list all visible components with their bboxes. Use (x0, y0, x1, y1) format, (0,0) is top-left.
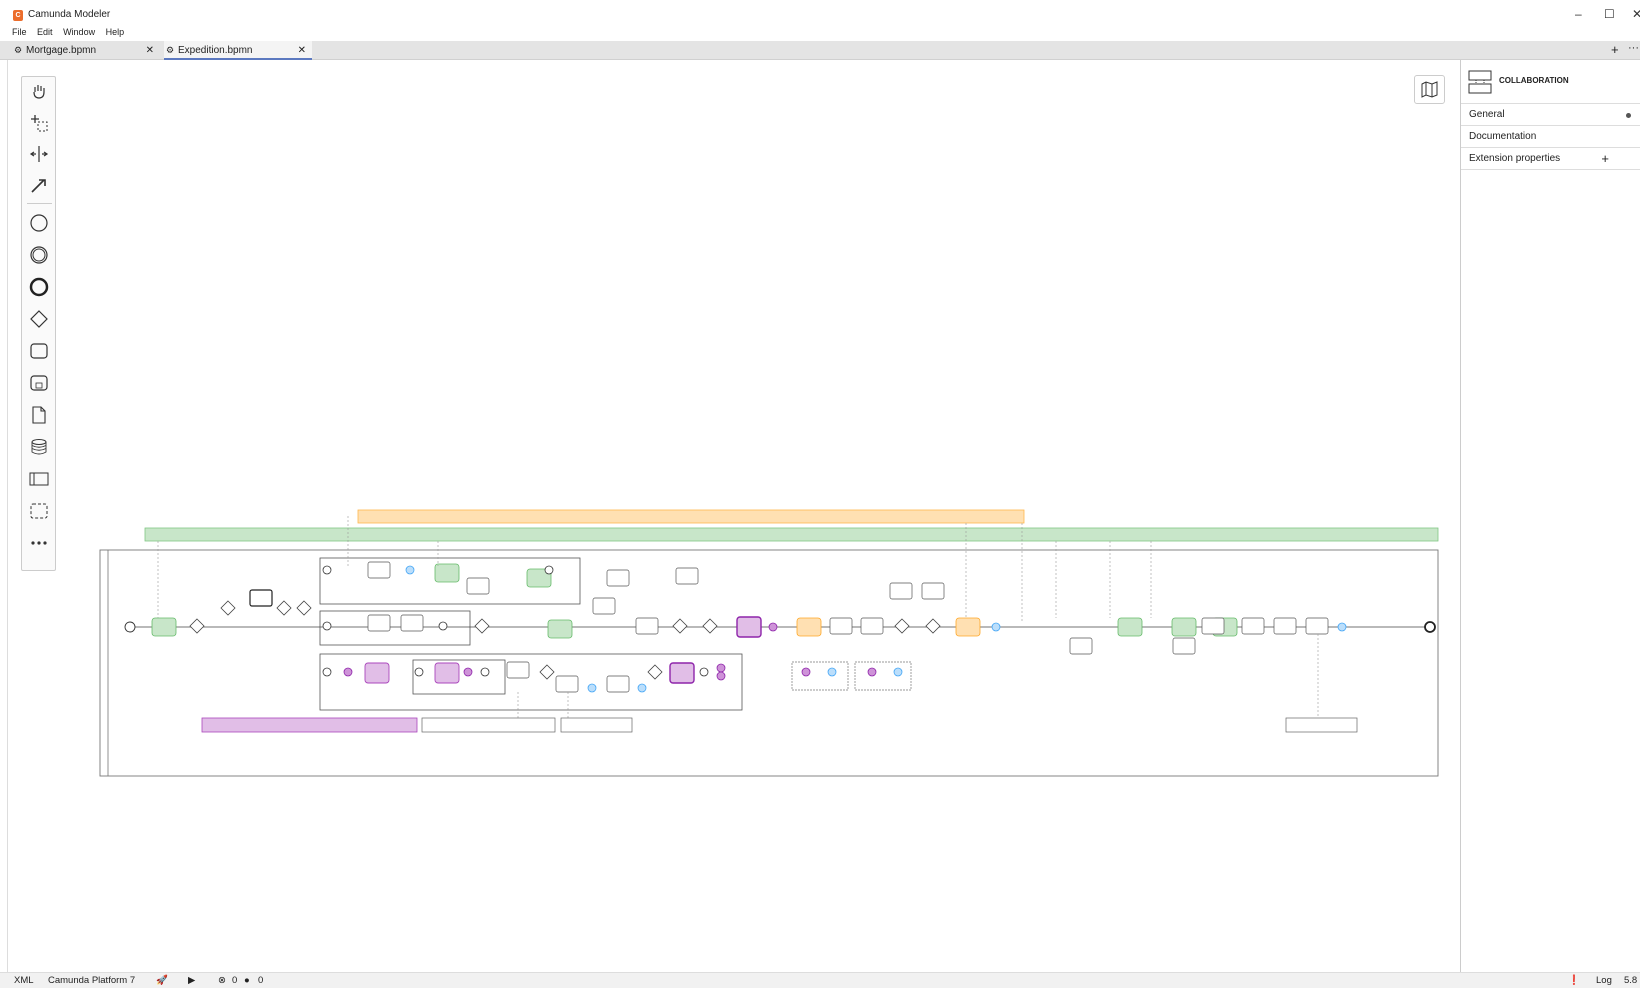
end-event-icon[interactable] (29, 277, 49, 297)
xml-button[interactable]: XML (14, 975, 34, 986)
maximize-button[interactable]: ☐ (1604, 7, 1615, 21)
orange-lane[interactable] (357, 509, 1025, 524)
error-icon[interactable]: ⊗ (218, 975, 226, 986)
warning-count: 0 (258, 975, 264, 986)
platform-selector[interactable]: Camunda Platform 7 (48, 975, 135, 986)
status-bar: XML Camunda Platform 7 🚀 ▶ ⊗ 0 ● 0 ❗ Log… (0, 972, 1640, 988)
log-button[interactable]: Log (1596, 975, 1612, 986)
green-lane[interactable] (144, 527, 1439, 542)
run-icon[interactable]: ▶ (188, 975, 195, 986)
tab-label: Expedition.bpmn (178, 45, 253, 56)
error-count: 0 (232, 975, 238, 986)
bpmn-diagram[interactable] (90, 500, 1450, 790)
data-object-icon[interactable] (29, 405, 49, 425)
minimize-button[interactable]: – (1575, 7, 1582, 21)
warning-icon[interactable]: ● (244, 975, 250, 986)
intermediate-event-icon[interactable] (29, 245, 49, 265)
tool-palette (21, 76, 56, 571)
pool-icon[interactable] (29, 469, 49, 489)
gear-icon: ⚙ (14, 45, 23, 55)
version-label: 5.8 (1624, 975, 1638, 986)
collaboration-icon (1468, 70, 1492, 94)
lasso-tool-icon[interactable] (29, 113, 49, 133)
menu-help[interactable]: Help (106, 27, 125, 37)
more-tabs-button[interactable]: ··· (1628, 42, 1639, 54)
map-icon (1421, 81, 1438, 98)
deploy-icon[interactable]: 🚀 (156, 975, 168, 986)
subprocess-middle[interactable] (319, 610, 471, 646)
group-extension-properties[interactable]: Extension properties + (1461, 148, 1640, 170)
subprocess-icon[interactable] (29, 373, 49, 393)
properties-panel: COLLABORATION General Documentation Exte… (1460, 60, 1640, 972)
feedback-icon[interactable]: ❗ (1568, 975, 1580, 986)
close-window-button[interactable]: ✕ (1632, 7, 1640, 21)
menu-edit[interactable]: Edit (37, 27, 53, 37)
title-bar: C Camunda Modeler – ☐ ✕ (0, 0, 1640, 28)
gateway-icon[interactable] (29, 309, 49, 329)
tab-label: Mortgage.bpmn (26, 45, 97, 56)
group-documentation[interactable]: Documentation (1461, 126, 1640, 148)
menu-bar: File Edit Window Help (0, 27, 124, 41)
tab-bar: ⚙ Mortgage.bpmn ✕ ⚙ Expedition.bpmn ✕ + … (0, 41, 1640, 60)
space-tool-icon[interactable] (29, 144, 49, 164)
element-type-label: COLLABORATION (1499, 76, 1569, 85)
more-icon[interactable] (29, 533, 49, 553)
menu-window[interactable]: Window (63, 27, 95, 37)
dot-indicator-icon (1626, 113, 1631, 118)
close-tab-icon[interactable]: ✕ (298, 41, 306, 60)
participant-pool[interactable] (99, 549, 1439, 777)
connect-tool-icon[interactable] (29, 175, 49, 195)
gear-icon: ⚙ (166, 45, 175, 55)
close-tab-icon[interactable]: ✕ (146, 41, 154, 60)
group-label: Documentation (1469, 131, 1537, 142)
app-title: Camunda Modeler (28, 9, 111, 20)
add-icon[interactable]: + (1601, 148, 1609, 170)
new-tab-button[interactable]: + (1611, 42, 1619, 57)
group-icon[interactable] (29, 501, 49, 521)
group-general[interactable]: General (1461, 104, 1640, 126)
hand-tool-icon[interactable] (29, 81, 49, 101)
group-label: Extension properties (1469, 153, 1561, 164)
start-event[interactable] (124, 621, 136, 633)
properties-header: COLLABORATION (1461, 60, 1640, 104)
group-label: General (1469, 109, 1505, 120)
menu-file[interactable]: File (12, 27, 27, 37)
tab-mortgage[interactable]: ⚙ Mortgage.bpmn ✕ (12, 41, 160, 60)
task-icon[interactable] (29, 341, 49, 361)
start-event-icon[interactable] (29, 213, 49, 233)
camunda-logo-icon: C (13, 10, 23, 21)
data-store-icon[interactable] (29, 437, 49, 457)
end-event[interactable] (1424, 621, 1436, 633)
minimap-toggle[interactable] (1414, 75, 1445, 104)
tab-expedition[interactable]: ⚙ Expedition.bpmn ✕ (164, 41, 312, 60)
